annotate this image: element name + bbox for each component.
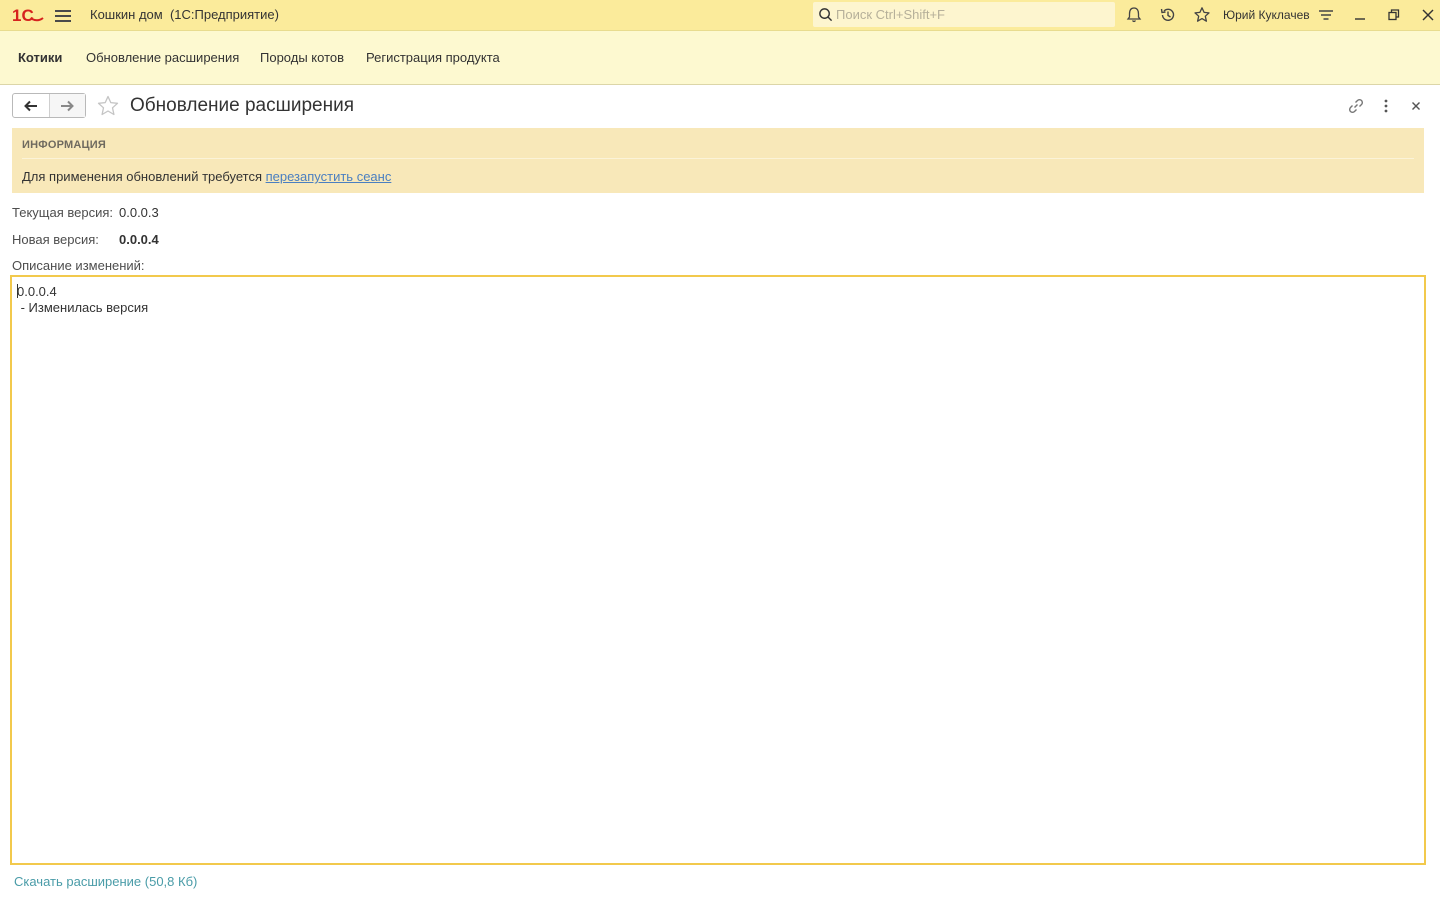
info-message-text: Для применения обновлений требуется [22,169,266,184]
download-extension-link[interactable]: Скачать расширение (50,8 Кб) [14,874,197,889]
forward-button[interactable] [48,94,85,117]
1c-logo-icon[interactable]: 1С [12,6,44,24]
form-title: Обновление расширения [130,95,355,116]
new-version-label: Новая версия: [12,232,99,247]
sections-panel: Котики Обновление расширения Породы кото… [0,30,1440,85]
user-name[interactable]: Юрий Куклачев [1223,8,1310,22]
new-version-value: 0.0.0.4 [119,232,159,247]
minimize-icon[interactable] [1350,5,1370,25]
notifications-bell-icon[interactable] [1124,5,1144,25]
section-extension-update[interactable]: Обновление расширения [86,50,239,65]
restart-session-link[interactable]: перезапустить сеанс [266,169,392,184]
info-divider [22,158,1414,159]
current-version-label: Текущая версия: [12,205,113,220]
arrow-left-icon [23,100,37,111]
description-line-2: - Изменилась версия [17,300,149,315]
title-bar: 1С Кошкин дом (1С:Предприятие) Юрий Кукл… [0,0,1440,30]
app-title: Кошкин дом (1С:Предприятие) [90,7,279,22]
search-icon [819,8,833,22]
close-window-icon[interactable] [1418,5,1438,25]
favorites-star-icon[interactable] [1192,5,1212,25]
svg-text:1С: 1С [12,6,34,24]
close-form-icon[interactable] [1406,96,1426,116]
search-input[interactable] [836,5,1106,24]
back-button[interactable] [13,94,49,117]
section-cat-breeds[interactable]: Породы котов [260,50,344,65]
info-message: Для применения обновлений требуется пере… [22,169,391,184]
navigation-buttons [12,93,86,118]
current-version-value: 0.0.0.3 [119,205,159,220]
description-textarea[interactable]: 0.0.0.4 - Изменилась версия [10,275,1426,865]
more-actions-icon[interactable] [1376,96,1396,116]
info-heading: ИНФОРМАЦИЯ [22,139,106,151]
arrow-right-icon [61,100,75,111]
search-box[interactable] [813,2,1115,27]
section-product-registration[interactable]: Регистрация продукта [366,50,500,65]
settings-menu-icon[interactable] [1316,5,1336,25]
main-menu-icon[interactable] [54,7,72,23]
restore-icon[interactable] [1384,5,1404,25]
section-kotiki[interactable]: Котики [18,50,62,65]
description-label: Описание изменений: [12,258,145,273]
link-icon[interactable] [1346,96,1366,116]
description-line-1: 0.0.0.4 [17,284,57,299]
info-group: ИНФОРМАЦИЯ Для применения обновлений тре… [12,128,1424,193]
add-to-favorites-star-icon[interactable] [96,94,120,118]
history-icon[interactable] [1158,5,1178,25]
